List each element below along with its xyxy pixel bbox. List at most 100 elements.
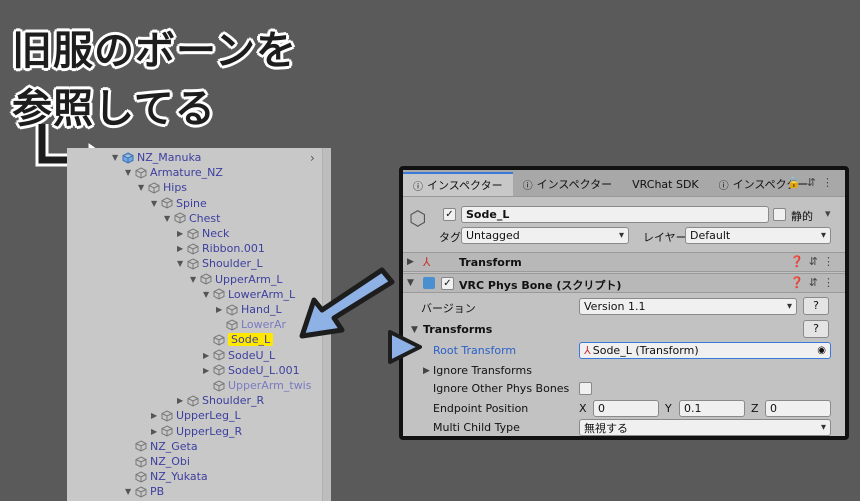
hierarchy-row[interactable]: ▼ NZ_Manuka [112, 150, 201, 165]
hierarchy-row-label: LowerAr [241, 318, 286, 332]
hierarchy-row-label: UpperLeg_R [176, 424, 243, 438]
component-icons[interactable]: ❓⇵⋮ [790, 276, 839, 289]
hierarchy-row-label: PB [150, 485, 165, 499]
hierarchy-row[interactable]: ▼ Chest [164, 211, 220, 226]
expand-down-icon[interactable]: ▼ [138, 183, 148, 192]
cube-icon [135, 471, 147, 483]
hierarchy-row-label: Shoulder_R [202, 394, 265, 408]
endpoint-label: Endpoint Position [433, 402, 529, 415]
layer-dropdown[interactable]: Default [685, 227, 831, 244]
transform-component-header[interactable]: ▶ ⅄ Transform ❓⇵⋮ [403, 252, 845, 272]
hierarchy-row-label: Hips [163, 181, 188, 195]
expand-down-icon[interactable]: ▼ [203, 290, 213, 299]
tab-inspector-0[interactable]: ⓘ インスペクター [403, 172, 513, 196]
object-picker-icon[interactable]: ◉ [817, 345, 826, 356]
multi-child-label: Multi Child Type [433, 421, 520, 434]
hierarchy-row[interactable]: Sode_L [203, 332, 274, 347]
cube-icon [187, 227, 199, 240]
static-checkbox[interactable] [773, 208, 786, 221]
cube-icon [187, 258, 199, 270]
cube-icon [200, 273, 212, 285]
transforms-help-button[interactable]: ? [803, 320, 829, 338]
expand-down-icon[interactable]: ▼ [177, 259, 187, 268]
version-dropdown[interactable]: Version 1.1 [579, 298, 797, 315]
endpoint-y-label: Y [665, 402, 672, 415]
endpoint-x-label: X [579, 402, 587, 415]
chevron-right-icon[interactable]: › [310, 151, 315, 165]
multi-child-dropdown[interactable]: 無視する [579, 419, 831, 436]
endpoint-y-field[interactable]: 0.1 [679, 400, 745, 417]
hierarchy-row-label: LowerArm_L [228, 287, 296, 301]
expand-right-icon[interactable]: ▶ [203, 351, 213, 360]
hierarchy-row[interactable]: ▶ Neck [177, 226, 229, 241]
hierarchy-row[interactable]: ▶ UpperLeg_R [151, 424, 242, 439]
transforms-section-label[interactable]: Transforms [423, 323, 492, 336]
hierarchy-row[interactable]: ▼ Armature_NZ [125, 165, 223, 180]
physbone-component-header[interactable]: ▼ ✓ VRC Phys Bone (スクリプト) ❓⇵⋮ [403, 273, 845, 293]
hierarchy-row[interactable]: ▶ SodeU_L [203, 348, 275, 363]
hierarchy-row[interactable]: NZ_Yukata [125, 469, 208, 484]
expand-right-icon[interactable]: ▶ [177, 396, 187, 405]
cube-icon [135, 486, 147, 498]
hierarchy-row[interactable]: ▶ UpperLeg_L [151, 408, 241, 423]
hierarchy-row[interactable]: ▶ Hand_L [216, 302, 282, 317]
hierarchy-row[interactable]: LowerAr [216, 317, 286, 332]
object-name-field[interactable]: Sode_L [461, 206, 769, 223]
physbone-enabled-checkbox[interactable]: ✓ [441, 277, 454, 290]
version-help-button[interactable]: ? [803, 297, 829, 315]
hierarchy-row-label: Chest [189, 211, 221, 225]
hierarchy-row[interactable]: ▼ UpperArm_L [190, 272, 283, 287]
expand-right-icon[interactable]: ▶ [177, 229, 187, 238]
expand-right-icon[interactable]: ▶ [151, 427, 161, 436]
component-icons[interactable]: ❓⇵⋮ [790, 255, 839, 268]
transform-axis-icon: ⅄ [584, 344, 591, 357]
collapse-triangle-icon[interactable]: ▼ [407, 278, 414, 288]
tag-dropdown[interactable]: Untagged [461, 227, 629, 244]
transform-axis-icon: ⅄ [423, 255, 431, 269]
hierarchy-row-label: NZ_Yukata [150, 470, 208, 484]
tab-menu-icons[interactable]: 🔒⇵⋮ [787, 176, 839, 189]
expand-right-icon[interactable]: ▶ [203, 366, 213, 375]
inspector-panel: ⓘ インスペクター ⓘ インスペクター VRChat SDK ⓘ インスペクター 🔒⇵⋮ ⬡ … [399, 166, 849, 440]
expand-down-icon[interactable]: ▼ [190, 275, 200, 284]
expand-down-icon[interactable]: ▼ [112, 153, 122, 162]
hierarchy-row[interactable]: NZ_Geta [125, 439, 198, 454]
ignore-other-checkbox[interactable] [579, 382, 592, 395]
hierarchy-row[interactable]: ▶ Ribbon.001 [177, 241, 265, 256]
endpoint-z-field[interactable]: 0 [765, 400, 831, 417]
cube-icon [161, 425, 173, 437]
expand-triangle-icon[interactable]: ▶ [407, 257, 414, 267]
hierarchy-row-label: Hand_L [241, 303, 282, 316]
tab-inspector-1[interactable]: ⓘ インスペクター [513, 172, 623, 196]
ignore-transforms-label[interactable]: Ignore Transforms [433, 364, 532, 377]
hierarchy-row-label: NZ_Manuka [137, 151, 202, 164]
hierarchy-row[interactable]: ▶ Shoulder_R [177, 393, 264, 408]
tab-label: VRChat SDK [632, 177, 699, 191]
static-dropdown-icon[interactable]: ▾ [825, 207, 831, 220]
cube-icon [187, 243, 199, 255]
cube-icon [213, 364, 225, 376]
hierarchy-row[interactable]: NZ_Obi [125, 454, 190, 469]
hierarchy-row[interactable]: ▶ SodeU_L.001 [203, 363, 300, 378]
expand-down-icon[interactable]: ▼ [151, 199, 161, 208]
hierarchy-row[interactable]: ▼ PB [125, 484, 164, 499]
expand-down-icon[interactable]: ▼ [125, 487, 135, 496]
hierarchy-row[interactable]: ▼ Hips [138, 180, 187, 195]
expand-right-icon[interactable]: ▶ [151, 411, 161, 420]
cube-icon [213, 288, 225, 300]
tab-inspector-2[interactable]: VRChat SDK [622, 172, 709, 196]
info-icon: ⓘ [718, 180, 729, 192]
expand-right-icon[interactable]: ▶ [177, 244, 187, 253]
hierarchy-row[interactable]: ▼ Shoulder_L [177, 256, 263, 271]
hierarchy-row[interactable]: ▼ Spine [151, 196, 207, 211]
hierarchy-row[interactable]: UpperArm_twis [203, 378, 311, 393]
hierarchy-row[interactable]: ▼ LowerArm_L [203, 287, 295, 302]
hierarchy-row-label: UpperLeg_L [176, 409, 241, 423]
expand-down-icon[interactable]: ▼ [125, 168, 135, 177]
cube-icon [187, 395, 199, 407]
expand-down-icon[interactable]: ▼ [164, 214, 174, 223]
endpoint-x-field[interactable]: 0 [593, 400, 659, 417]
root-transform-field[interactable]: ⅄ Sode_L (Transform) ◉ [579, 342, 831, 359]
active-checkbox[interactable]: ✓ [443, 208, 456, 221]
expand-right-icon[interactable]: ▶ [216, 305, 226, 314]
